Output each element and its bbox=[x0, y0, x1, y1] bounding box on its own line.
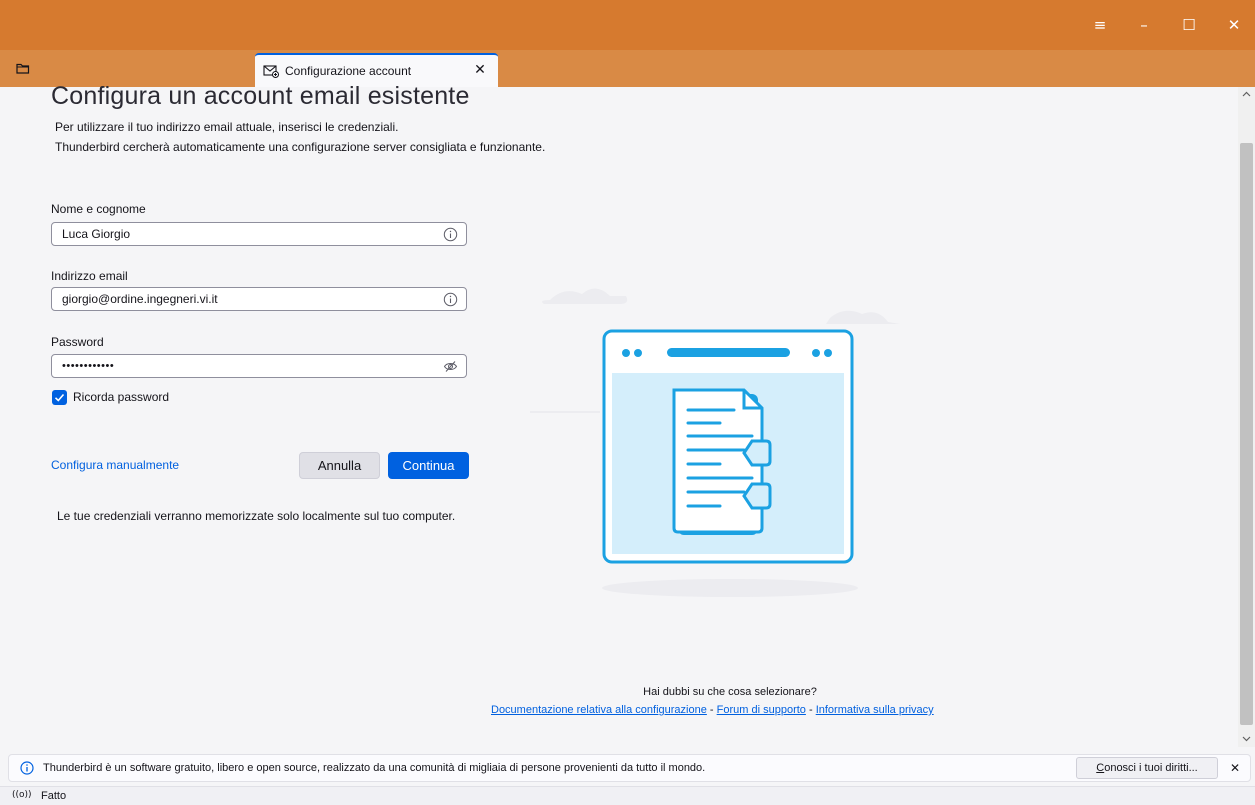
checkmark-icon bbox=[54, 393, 65, 402]
password-value: •••••••••••• bbox=[62, 360, 115, 372]
scroll-up-icon[interactable] bbox=[1238, 87, 1255, 101]
maximize-button[interactable]: ☐ bbox=[1169, 13, 1209, 37]
scroll-down-icon[interactable] bbox=[1238, 732, 1255, 746]
password-field[interactable]: •••••••••••• bbox=[51, 354, 467, 378]
help-question: Hai dubbi su che cosa selezionare? bbox=[643, 686, 817, 698]
email-value: giorgio@ordine.ingegneri.vi.it bbox=[62, 292, 218, 306]
notification-text: Thunderbird è un software gratuito, libe… bbox=[43, 762, 706, 774]
info-icon[interactable] bbox=[443, 292, 458, 307]
status-bar: ((o)) Fatto bbox=[0, 786, 1255, 805]
support-forum-link[interactable]: Forum di supporto bbox=[717, 704, 806, 716]
manual-config-link[interactable]: Configura manualmente bbox=[51, 458, 179, 472]
help-links: Documentazione relativa alla configurazi… bbox=[491, 704, 934, 716]
remember-password-checkbox[interactable] bbox=[52, 390, 67, 405]
eye-slash-icon[interactable] bbox=[443, 359, 458, 374]
password-label: Password bbox=[51, 335, 104, 349]
page-title: Configura un account email esistente bbox=[51, 82, 470, 110]
close-notification-icon[interactable]: ✕ bbox=[1226, 759, 1244, 777]
know-your-rights-label: onosci i tuoi diritti... bbox=[1104, 762, 1198, 774]
tab-label: Configurazione account bbox=[285, 64, 412, 78]
credentials-note: Le tue credenziali verranno memorizzate … bbox=[57, 509, 456, 523]
info-icon bbox=[20, 761, 34, 775]
tab-close-icon[interactable]: ✕ bbox=[472, 61, 488, 79]
intro-text-2: Thunderbird cercherà automaticamente una… bbox=[55, 140, 546, 154]
app-menu-button[interactable]: ≡ bbox=[1080, 13, 1120, 37]
access-key: C bbox=[1096, 762, 1105, 774]
remember-password-label[interactable]: Ricorda password bbox=[73, 390, 169, 404]
scrollbar-thumb[interactable] bbox=[1240, 143, 1253, 725]
notification-bar: Thunderbird è un software gratuito, libe… bbox=[8, 754, 1251, 782]
name-value: Luca Giorgio bbox=[62, 227, 131, 241]
status-text: Fatto bbox=[41, 790, 67, 802]
folder-icon[interactable] bbox=[16, 63, 30, 74]
title-bar bbox=[0, 0, 1255, 50]
close-window-button[interactable]: ✕ bbox=[1214, 13, 1254, 37]
minimize-button[interactable]: – bbox=[1124, 13, 1164, 37]
link-separator: - bbox=[805, 704, 816, 716]
cancel-button[interactable]: Annulla bbox=[299, 452, 380, 479]
email-field[interactable]: giorgio@ordine.ingegneri.vi.it bbox=[51, 287, 467, 311]
privacy-link[interactable]: Informativa sulla privacy bbox=[816, 704, 934, 716]
name-field[interactable]: Luca Giorgio bbox=[51, 222, 467, 246]
info-icon[interactable] bbox=[443, 227, 458, 242]
account-illustration bbox=[530, 288, 900, 597]
continue-button[interactable]: Continua bbox=[388, 452, 469, 479]
account-setup-icon bbox=[263, 65, 279, 78]
intro-text-1: Per utilizzare il tuo indirizzo email at… bbox=[55, 120, 399, 134]
name-label: Nome e cognome bbox=[51, 202, 146, 216]
know-your-rights-button[interactable]: Conosci i tuoi diritti... bbox=[1076, 757, 1218, 779]
online-status-icon[interactable]: ((o)) bbox=[12, 790, 32, 800]
docs-link[interactable]: Documentazione relativa alla configurazi… bbox=[491, 704, 707, 716]
email-label: Indirizzo email bbox=[51, 269, 128, 283]
link-separator: - bbox=[706, 704, 717, 716]
